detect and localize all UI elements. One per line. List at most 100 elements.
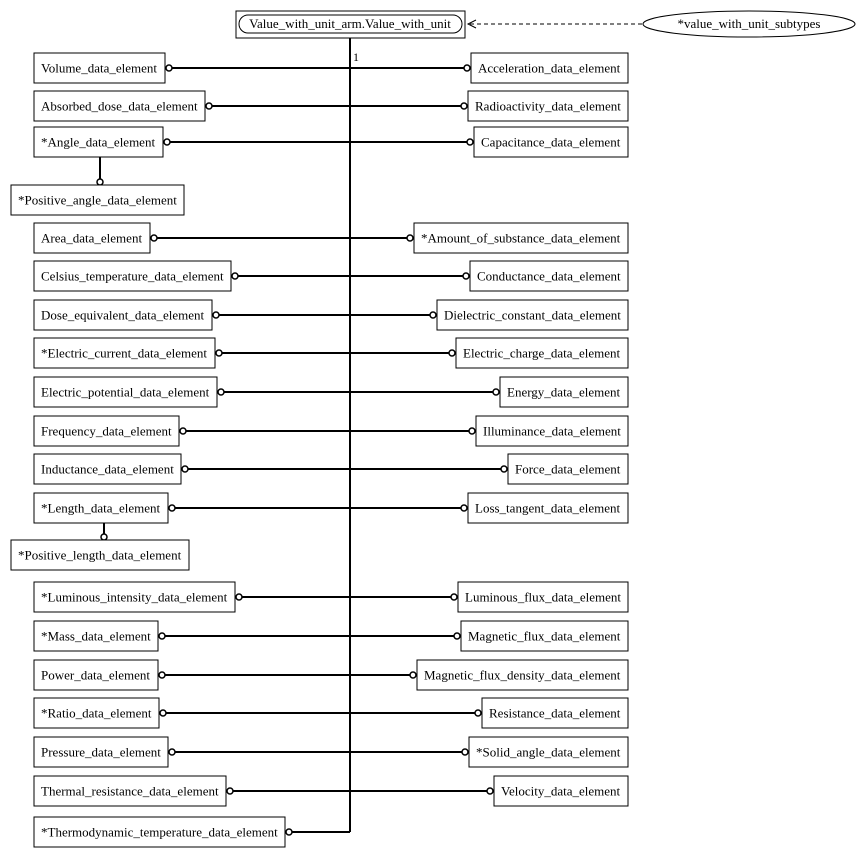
- circle-end-icon: [159, 709, 167, 717]
- entity-magnetic-flux-data-element-label: Magnetic_flux_data_element: [468, 629, 621, 644]
- entity-magnetic-flux-data-element[interactable]: Magnetic_flux_data_element: [460, 620, 629, 652]
- entity-ratio-data-element[interactable]: *Ratio_data_element: [33, 697, 160, 729]
- entity-illuminance-data-element[interactable]: Illuminance_data_element: [475, 415, 629, 447]
- circle-end-icon: [235, 593, 243, 601]
- circle-end-icon: [158, 671, 166, 679]
- subtype-ellipse-label: *value_with_unit_subtypes: [678, 16, 821, 31]
- entity-force-data-element-label: Force_data_element: [515, 462, 621, 477]
- entity-resistance-data-element[interactable]: Resistance_data_element: [481, 697, 629, 729]
- circle-end-icon: [217, 388, 225, 396]
- entity-electric-charge-data-element[interactable]: Electric_charge_data_element: [455, 337, 629, 369]
- entity-volume-data-element-label: Volume_data_element: [41, 61, 157, 76]
- circle-end-icon: [215, 349, 223, 357]
- circle-end-icon: [429, 311, 437, 319]
- entity-solid-angle-data-element[interactable]: *Solid_angle_data_element: [468, 736, 629, 768]
- circle-end-icon: [181, 465, 189, 473]
- entity-force-data-element[interactable]: Force_data_element: [507, 453, 629, 485]
- circle-end-icon: [468, 427, 476, 435]
- circle-end-icon: [168, 748, 176, 756]
- circle-end-icon: [492, 388, 500, 396]
- entity-amount-of-substance-data-element-label: *Amount_of_substance_data_element: [421, 231, 621, 246]
- entity-inductance-data-element[interactable]: Inductance_data_element: [33, 453, 182, 485]
- circle-end-icon: [226, 787, 234, 795]
- entity-radioactivity-data-element[interactable]: Radioactivity_data_element: [467, 90, 629, 122]
- entity-magnetic-flux-density-data-element-label: Magnetic_flux_density_data_element: [424, 668, 621, 683]
- entity-energy-data-element[interactable]: Energy_data_element: [499, 376, 629, 408]
- entity-electric-current-data-element[interactable]: *Electric_current_data_element: [33, 337, 216, 369]
- circle-end-icon: [163, 138, 171, 146]
- entity-dielectric-constant-data-element[interactable]: Dielectric_constant_data_element: [436, 299, 629, 331]
- entity-resistance-data-element-label: Resistance_data_element: [489, 706, 621, 721]
- entity-inductance-data-element-label: Inductance_data_element: [41, 462, 174, 477]
- circle-end-icon: [460, 102, 468, 110]
- entity-electric-potential-data-element[interactable]: Electric_potential_data_element: [33, 376, 218, 408]
- entity-loss-tangent-data-element-label: Loss_tangent_data_element: [475, 501, 621, 516]
- entity-loss-tangent-data-element[interactable]: Loss_tangent_data_element: [467, 492, 629, 524]
- entity-angle-data-element-label: *Angle_data_element: [41, 135, 155, 150]
- entity-celsius-temperature-data-element[interactable]: Celsius_temperature_data_element: [33, 260, 232, 292]
- circle-end-icon: [150, 234, 158, 242]
- entity-power-data-element-label: Power_data_element: [41, 668, 150, 683]
- circle-end-icon: [285, 828, 293, 836]
- entity-magnetic-flux-density-data-element[interactable]: Magnetic_flux_density_data_element: [416, 659, 629, 691]
- entity-thermal-resistance-data-element-label: Thermal_resistance_data_element: [41, 784, 219, 799]
- circle-end-icon: [448, 349, 456, 357]
- entity-frequency-data-element[interactable]: Frequency_data_element: [33, 415, 180, 447]
- entity-length-data-element-label: *Length_data_element: [41, 501, 161, 516]
- circle-end-icon: [158, 632, 166, 640]
- entity-amount-of-substance-data-element[interactable]: *Amount_of_substance_data_element: [413, 222, 629, 254]
- entity-energy-data-element-label: Energy_data_element: [507, 385, 620, 400]
- entity-positive-angle-data-element-label: *Positive_angle_data_element: [18, 193, 177, 208]
- entity-frequency-data-element-label: Frequency_data_element: [41, 424, 172, 439]
- entity-pressure-data-element-label: Pressure_data_element: [41, 745, 161, 760]
- entity-thermodynamic-temperature-data-element-label: *Thermodynamic_temperature_data_element: [41, 825, 278, 840]
- entity-mass-data-element[interactable]: *Mass_data_element: [33, 620, 159, 652]
- entity-capacitance-data-element[interactable]: Capacitance_data_element: [473, 126, 629, 158]
- entity-thermal-resistance-data-element[interactable]: Thermal_resistance_data_element: [33, 775, 227, 807]
- entity-absorbed-dose-data-element[interactable]: Absorbed_dose_data_element: [33, 90, 206, 122]
- circle-end-icon: [168, 504, 176, 512]
- circle-end-icon: [212, 311, 220, 319]
- entity-area-data-element[interactable]: Area_data_element: [33, 222, 151, 254]
- entity-dielectric-constant-data-element-label: Dielectric_constant_data_element: [444, 308, 621, 323]
- entity-conductance-data-element[interactable]: Conductance_data_element: [469, 260, 629, 292]
- circle-end-icon: [466, 138, 474, 146]
- entity-velocity-data-element[interactable]: Velocity_data_element: [493, 775, 629, 807]
- entity-power-data-element[interactable]: Power_data_element: [33, 659, 159, 691]
- entity-angle-data-element[interactable]: *Angle_data_element: [33, 126, 164, 158]
- entity-positive-length-data-element-label: *Positive_length_data_element: [18, 548, 182, 563]
- circle-end-icon: [179, 427, 187, 435]
- entity-conductance-data-element-label: Conductance_data_element: [477, 269, 621, 284]
- entity-absorbed-dose-data-element-label: Absorbed_dose_data_element: [41, 99, 198, 114]
- entity-positive-angle-data-element[interactable]: *Positive_angle_data_element: [10, 184, 185, 216]
- entity-luminous-intensity-data-element[interactable]: *Luminous_intensity_data_element: [33, 581, 236, 613]
- circle-end-icon: [500, 465, 508, 473]
- entity-thermodynamic-temperature-data-element[interactable]: *Thermodynamic_temperature_data_element: [33, 816, 286, 848]
- entities: Volume_data_element Acceleration_data_ele…: [10, 52, 629, 848]
- entity-volume-data-element[interactable]: Volume_data_element: [33, 52, 166, 84]
- entity-electric-current-data-element-label: *Electric_current_data_element: [41, 346, 207, 361]
- circle-end-icon: [474, 709, 482, 717]
- entity-radioactivity-data-element-label: Radioactivity_data_element: [475, 99, 621, 114]
- entity-acceleration-data-element[interactable]: Acceleration_data_element: [470, 52, 629, 84]
- entity-capacitance-data-element-label: Capacitance_data_element: [481, 135, 621, 150]
- entity-length-data-element[interactable]: *Length_data_element: [33, 492, 169, 524]
- circle-end-icon: [205, 102, 213, 110]
- subtype-ellipse[interactable]: *value_with_unit_subtypes: [642, 10, 856, 38]
- circle-end-icon: [460, 504, 468, 512]
- multiplicity-label: 1: [353, 50, 359, 64]
- circle-end-icon: [100, 533, 108, 541]
- entity-velocity-data-element-label: Velocity_data_element: [501, 784, 621, 799]
- entity-luminous-flux-data-element-label: Luminous_flux_data_element: [465, 590, 621, 605]
- entity-luminous-intensity-data-element-label: *Luminous_intensity_data_element: [41, 590, 228, 605]
- root-entity[interactable]: Value_with_unit_arm.Value_with_unit: [235, 10, 466, 39]
- circle-end-icon: [461, 748, 469, 756]
- entity-dose-equivalent-data-element[interactable]: Dose_equivalent_data_element: [33, 299, 213, 331]
- entity-solid-angle-data-element-label: *Solid_angle_data_element: [476, 745, 621, 760]
- circle-end-icon: [453, 632, 461, 640]
- entity-celsius-temperature-data-element-label: Celsius_temperature_data_element: [41, 269, 224, 284]
- entity-dose-equivalent-data-element-label: Dose_equivalent_data_element: [41, 308, 205, 323]
- entity-pressure-data-element[interactable]: Pressure_data_element: [33, 736, 169, 768]
- entity-positive-length-data-element[interactable]: *Positive_length_data_element: [10, 539, 190, 571]
- entity-luminous-flux-data-element[interactable]: Luminous_flux_data_element: [457, 581, 629, 613]
